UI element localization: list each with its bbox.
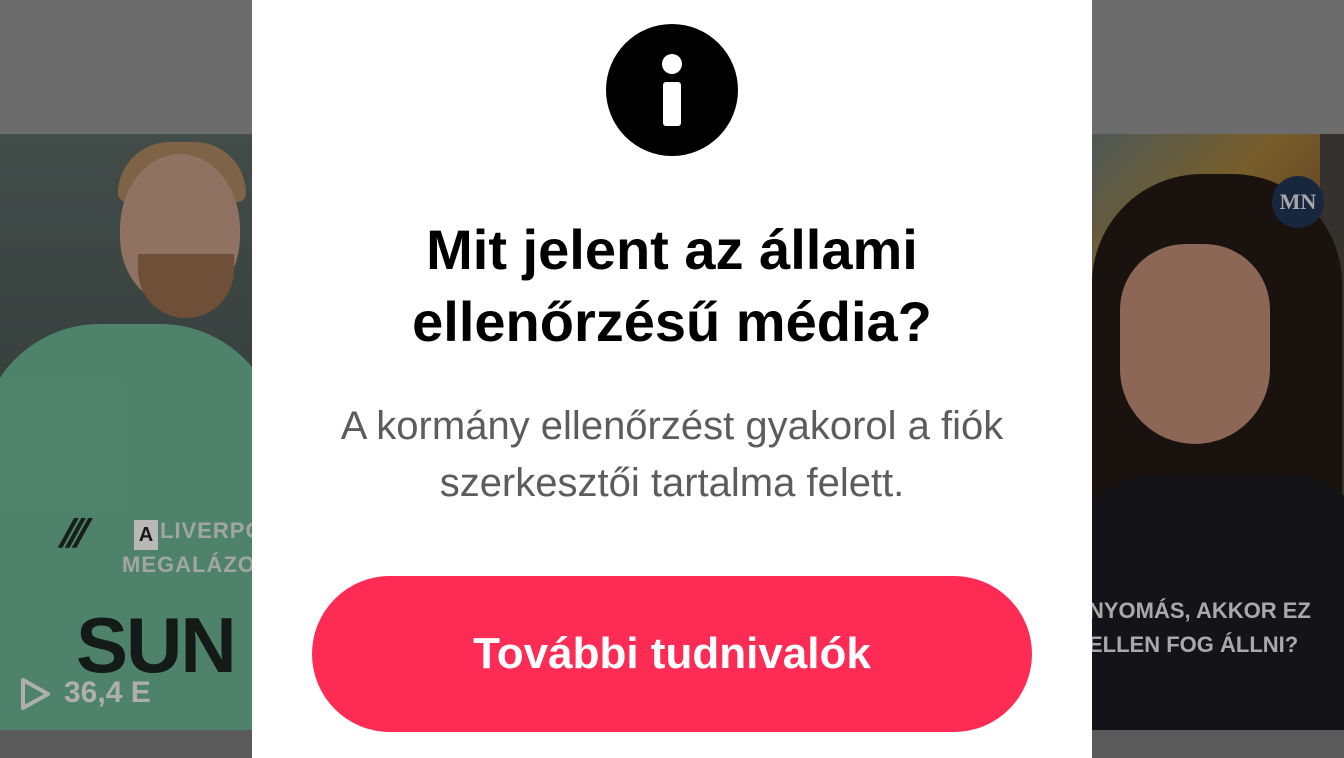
next-row-thumbnail-left[interactable] [0, 730, 252, 758]
info-icon-stem [663, 82, 681, 126]
play-icon [21, 678, 50, 710]
video-caption-line-1: LIVERPOO [160, 518, 252, 543]
view-count: 36,4 E [64, 676, 151, 709]
next-row-thumbnail-right[interactable] [1092, 730, 1344, 758]
video-thumbnail-right[interactable]: MN NYOMÁS, AKKOR EZ ELLEN FOG ÁLLNI? [1092, 134, 1344, 730]
state-media-info-sheet: Mit jelent az állami ellenőrzésű média? … [252, 0, 1092, 758]
info-icon-dot [662, 54, 682, 74]
video-caption-line-2: MEGALÁZOTT [122, 552, 252, 577]
sheet-description: A kormány ellenőrzést gyakorol a fiók sz… [340, 404, 1004, 505]
caption-badge: A [134, 520, 158, 550]
video-caption-line-2: ELLEN FOG ÁLLNI? [1092, 632, 1299, 657]
person-face [1120, 244, 1270, 444]
learn-more-button[interactable]: További tudnivalók [312, 576, 1032, 732]
video-caption-line-1: NYOMÁS, AKKOR EZ [1092, 598, 1311, 623]
info-icon [606, 24, 738, 156]
sheet-title: Mit jelent az állami ellenőrzésű média? [412, 218, 932, 353]
video-thumbnail-left[interactable]: /// A LIVERPOO MEGALÁZOTT SUN 36,4 E [0, 134, 252, 730]
channel-logo: MN [1272, 176, 1324, 228]
